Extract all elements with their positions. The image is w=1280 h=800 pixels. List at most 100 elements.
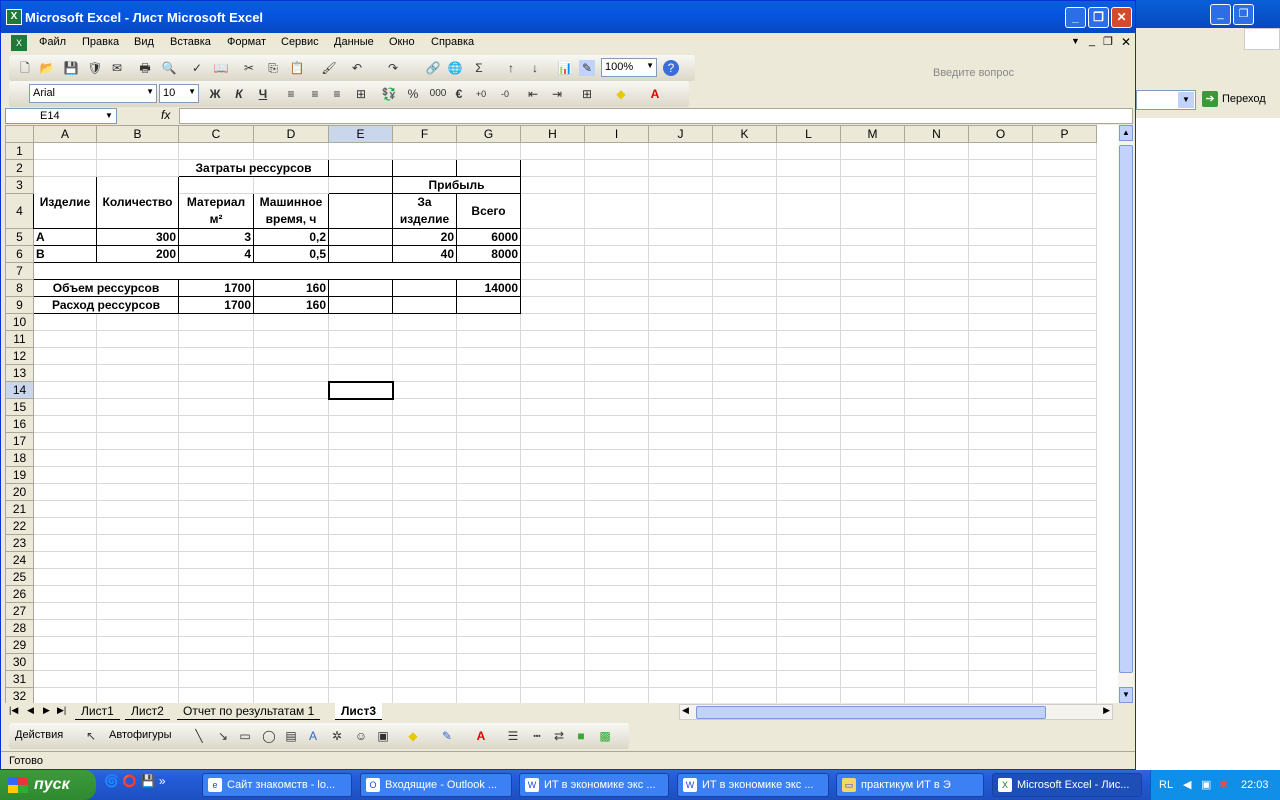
cell[interactable]: 1700 xyxy=(178,279,254,297)
help-icon[interactable]: ? xyxy=(663,60,679,76)
cell[interactable] xyxy=(968,687,1033,703)
cell[interactable] xyxy=(712,159,777,177)
cell[interactable]: 3 xyxy=(178,228,254,246)
cell[interactable] xyxy=(904,483,969,501)
cell[interactable] xyxy=(584,687,649,703)
cell[interactable] xyxy=(1032,330,1097,348)
col-header-j[interactable]: J xyxy=(648,125,713,143)
cell[interactable] xyxy=(968,262,1033,280)
menu-format[interactable]: Формат xyxy=(227,36,266,48)
cell[interactable] xyxy=(392,585,457,603)
cell[interactable] xyxy=(520,364,585,382)
cell[interactable] xyxy=(520,568,585,586)
vertical-scrollbar[interactable]: ▲ ▼ xyxy=(1118,125,1134,703)
cell[interactable] xyxy=(968,568,1033,586)
cell[interactable] xyxy=(253,330,329,348)
cell[interactable] xyxy=(328,398,393,416)
cell[interactable] xyxy=(776,245,841,263)
cell[interactable] xyxy=(1032,602,1097,620)
cell[interactable] xyxy=(584,364,649,382)
cell[interactable] xyxy=(33,262,521,280)
menu-insert[interactable]: Вставка xyxy=(170,36,211,48)
cell[interactable] xyxy=(648,449,713,467)
cell[interactable] xyxy=(96,142,179,160)
cell[interactable] xyxy=(96,534,179,552)
cell[interactable] xyxy=(904,466,969,484)
cell[interactable] xyxy=(456,517,521,535)
zoom-select[interactable]: 100% ▼ xyxy=(601,58,657,77)
name-box[interactable]: E14 xyxy=(5,108,117,124)
last-sheet-icon[interactable]: ▶| xyxy=(57,705,66,716)
cell[interactable] xyxy=(520,534,585,552)
cell[interactable] xyxy=(840,159,905,177)
cell[interactable] xyxy=(392,568,457,586)
cell[interactable] xyxy=(328,176,393,194)
cell[interactable] xyxy=(456,296,521,314)
cell[interactable] xyxy=(968,602,1033,620)
decrease-indent-icon[interactable]: ⇤ xyxy=(525,86,541,102)
cell[interactable]: Машинное время, ч xyxy=(253,193,329,229)
cell[interactable] xyxy=(968,500,1033,518)
cell[interactable]: 40 xyxy=(392,245,457,263)
col-header-n[interactable]: N xyxy=(904,125,969,143)
cell[interactable] xyxy=(520,636,585,654)
cell[interactable] xyxy=(456,398,521,416)
cell[interactable] xyxy=(253,585,329,603)
cell[interactable]: 4 xyxy=(178,245,254,263)
prev-sheet-icon[interactable]: ◀ xyxy=(27,705,34,716)
line-color-icon[interactable]: ✎ xyxy=(439,728,455,744)
cell[interactable] xyxy=(328,551,393,569)
cell[interactable] xyxy=(648,279,713,297)
row-header[interactable]: 3 xyxy=(5,176,34,194)
cell[interactable] xyxy=(328,568,393,586)
cell[interactable]: Расход рессурсов xyxy=(33,296,179,314)
row-header[interactable]: 25 xyxy=(5,568,34,586)
cell[interactable] xyxy=(253,432,329,450)
cell[interactable] xyxy=(520,483,585,501)
wordart-icon[interactable]: A xyxy=(305,728,321,744)
cell[interactable] xyxy=(904,364,969,382)
cell[interactable] xyxy=(33,432,97,450)
row-header[interactable]: 11 xyxy=(5,330,34,348)
cell[interactable] xyxy=(1032,159,1097,177)
cell[interactable] xyxy=(520,687,585,703)
row-header[interactable]: 2 xyxy=(5,159,34,177)
cell[interactable] xyxy=(96,364,179,382)
cell[interactable] xyxy=(520,296,585,314)
cell[interactable] xyxy=(520,245,585,263)
cell[interactable] xyxy=(392,449,457,467)
sort-descending-icon[interactable]: ↓ xyxy=(527,60,543,76)
cell[interactable] xyxy=(968,245,1033,263)
cell[interactable] xyxy=(904,432,969,450)
cell[interactable] xyxy=(840,347,905,365)
cell[interactable] xyxy=(968,636,1033,654)
cell[interactable]: Количество xyxy=(96,176,179,229)
cell[interactable]: 0,5 xyxy=(253,245,329,263)
cell[interactable] xyxy=(776,619,841,637)
cell[interactable] xyxy=(840,296,905,314)
cell[interactable] xyxy=(178,500,254,518)
undo-icon[interactable]: ↶ xyxy=(349,60,365,76)
cell[interactable] xyxy=(33,347,97,365)
cell[interactable] xyxy=(33,534,97,552)
workbook-icon[interactable]: X xyxy=(11,35,27,51)
cell[interactable] xyxy=(776,568,841,586)
cell[interactable] xyxy=(178,517,254,535)
cell[interactable] xyxy=(178,347,254,365)
print-icon[interactable]: 🖶 xyxy=(137,60,153,76)
cell[interactable] xyxy=(33,636,97,654)
cell[interactable] xyxy=(178,432,254,450)
cell[interactable] xyxy=(392,534,457,552)
cell[interactable] xyxy=(712,619,777,637)
cell[interactable] xyxy=(33,653,97,671)
cell[interactable] xyxy=(253,364,329,382)
cell[interactable]: 160 xyxy=(253,296,329,314)
cell[interactable] xyxy=(776,415,841,433)
cell[interactable] xyxy=(712,500,777,518)
row-header[interactable]: 20 xyxy=(5,483,34,501)
cell[interactable] xyxy=(328,653,393,671)
cell[interactable] xyxy=(392,432,457,450)
cell[interactable] xyxy=(520,653,585,671)
cell[interactable] xyxy=(520,602,585,620)
cell[interactable] xyxy=(392,296,457,314)
